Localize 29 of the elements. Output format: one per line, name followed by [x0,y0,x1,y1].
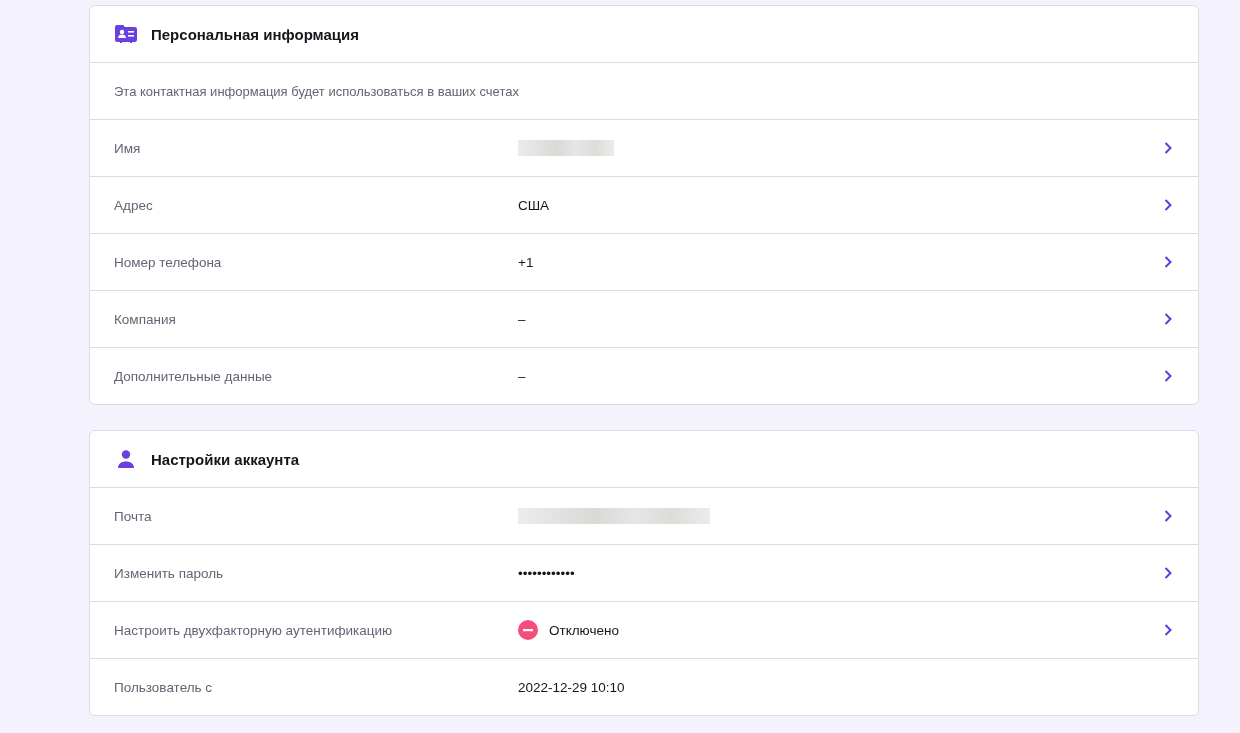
field-value: – [518,311,526,327]
field-label: Компания [114,311,177,327]
field-value: +1 [518,254,534,270]
field-label: Номер телефона [114,254,223,270]
field-value: Отключено [549,622,619,638]
section-title: Персональная информация [151,25,360,43]
person-icon [115,449,137,469]
field-value: – [518,368,526,384]
chevron-right-icon[interactable] [1164,199,1172,211]
field-label: Имя [114,140,142,156]
field-value: 2022-12-29 10:10 [518,679,625,695]
field-label: Почта [114,508,153,524]
chevron-right-icon[interactable] [1164,510,1172,522]
id-card-icon [115,24,137,44]
section-description: Эта контактная информация будет использоваться в ваших счетах [114,83,519,99]
chevron-right-icon[interactable] [1164,256,1172,268]
section-title: Настройки аккаунта [151,450,300,468]
chevron-right-icon[interactable] [1164,624,1172,636]
field-label: Настроить двухфакторную аутентификацию [114,622,394,638]
chevron-right-icon[interactable] [1164,313,1172,325]
chevron-right-icon[interactable] [1164,567,1172,579]
field-value: •••••••••••• [518,565,575,581]
field-label: Пользователь с [114,679,214,695]
field-label: Адрес [114,197,154,213]
field-label: Дополнительные данные [114,368,274,384]
chevron-right-icon[interactable] [1164,370,1172,382]
field-label: Изменить пароль [114,565,225,581]
chevron-right-icon[interactable] [1164,142,1172,154]
field-value: США [518,197,550,213]
